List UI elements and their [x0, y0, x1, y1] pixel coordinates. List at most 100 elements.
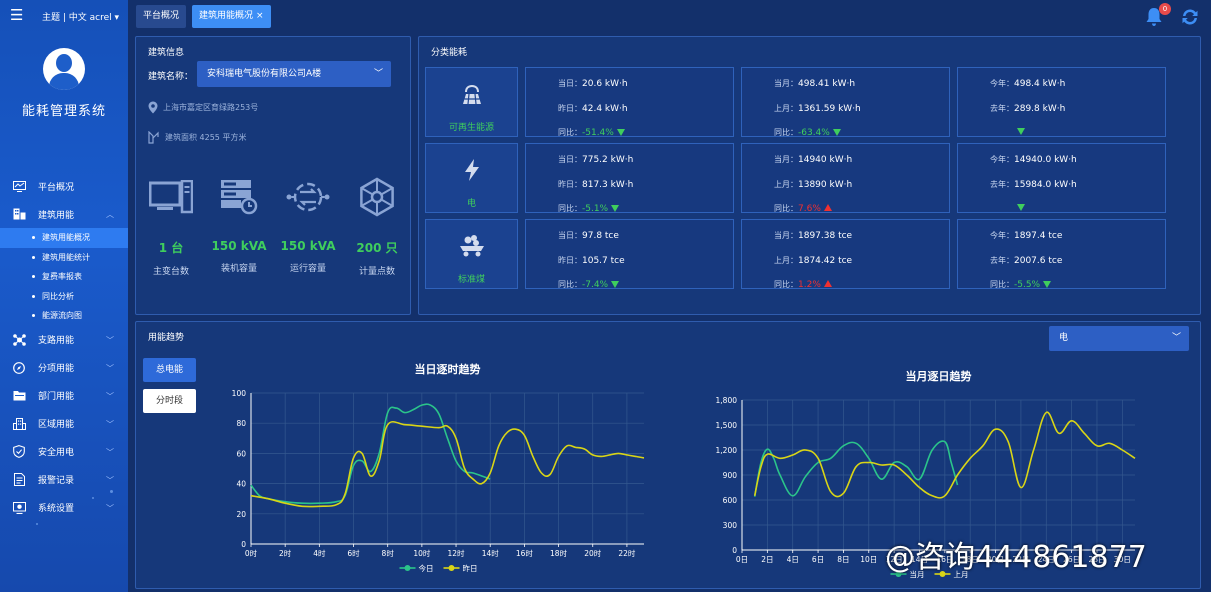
- category-month-box: 当月：1897.38 tce 上月：1874.42 tce 同比：1.2%: [741, 219, 950, 290]
- day-label: 当日：: [558, 155, 582, 164]
- category-coal[interactable]: 标准煤: [425, 219, 518, 289]
- hexagon-network-icon: [346, 177, 408, 217]
- subnav-item-statistics[interactable]: 建筑用能统计: [0, 248, 128, 268]
- x-tick-label: 10时: [413, 548, 431, 558]
- year-label: 今年：: [990, 231, 1014, 240]
- tab-platform-overview[interactable]: 平台概况: [136, 5, 187, 28]
- y-tick-label: 1,800: [716, 396, 738, 405]
- x-tick-label: 14时: [482, 548, 500, 558]
- nav-item-building[interactable]: 建筑用能 ︿: [0, 200, 128, 228]
- nav-item-alarm[interactable]: 报警记录 ﹀: [0, 466, 128, 494]
- host-icon: [140, 177, 202, 217]
- tab-building-overview[interactable]: 建筑用能概况 ×: [192, 5, 271, 28]
- arrow-down-icon: [616, 129, 625, 136]
- y-tick-label: 40: [236, 480, 246, 489]
- nav-item-label: 系统设置: [38, 504, 75, 514]
- nav-item-label: 部门用能: [38, 392, 75, 402]
- yoy-value: -5.5%: [1014, 280, 1041, 290]
- last-month-label: 上月：: [774, 180, 798, 189]
- year-label: 今年：: [990, 155, 1014, 164]
- nav-item-label: 建筑用能: [38, 210, 75, 221]
- subnav-label: 建筑用能统计: [42, 252, 90, 262]
- stat-installed-capacity: 150 kVA 装机容量: [208, 177, 270, 274]
- panel-title: 分类能耗: [431, 48, 468, 58]
- energy-type-value: 电: [1059, 333, 1069, 343]
- stat-label: 计量点数: [358, 267, 395, 277]
- category-renewable[interactable]: 可再生能源: [425, 67, 518, 137]
- nav-item-branch[interactable]: 支路用能 ﹀: [0, 326, 128, 354]
- x-tick-label: 6日: [812, 555, 824, 564]
- energy-type-select[interactable]: 电 ﹀: [1049, 326, 1189, 351]
- close-icon[interactable]: ×: [256, 11, 264, 21]
- x-tick-label: 0日: [736, 555, 748, 564]
- month-label: 当月：: [774, 79, 798, 88]
- category-electricity[interactable]: 电: [425, 143, 518, 213]
- building-icon: [12, 208, 26, 220]
- today-value: 20.6 kW·h: [582, 79, 628, 89]
- month-value: 1897.38 tce: [798, 231, 853, 241]
- menu-icon[interactable]: ☰: [10, 8, 23, 23]
- chevron-down-icon: ﹀: [106, 447, 114, 457]
- yoy-label: 同比：: [558, 204, 582, 213]
- legend-marker: [448, 565, 455, 571]
- x-tick-label: 0时: [245, 548, 258, 558]
- compass-icon: [12, 361, 26, 374]
- total-energy-button[interactable]: 总电能: [143, 358, 196, 382]
- area-icon: [148, 131, 159, 144]
- yoy-value: -7.4%: [582, 280, 609, 290]
- time-period-button[interactable]: 分时段: [143, 389, 196, 413]
- y-tick-label: 900: [723, 471, 738, 480]
- yoy-label: 同比：: [774, 280, 798, 289]
- legend-label: 昨日: [463, 563, 478, 573]
- month-value: 498.41 kW·h: [798, 79, 856, 89]
- arrow-up-icon: [823, 280, 832, 287]
- yoy-label: 同比：: [558, 128, 582, 137]
- building-select-value: 安科瑞电气股份有限公司A楼: [207, 69, 322, 79]
- x-tick-label: 8时: [382, 548, 395, 558]
- x-tick-label: 6时: [347, 548, 360, 558]
- shield-icon: [12, 445, 26, 458]
- sidebar: ☰ 主题 | 中文 acrel ▾ 能耗管理系统 平台概况 建筑用能 ︿ 建筑用…: [0, 0, 128, 592]
- stat-label: 主变台数: [152, 267, 189, 277]
- yoy-label: 同比：: [990, 280, 1014, 289]
- nav-item-region[interactable]: 区域用能 ﹀: [0, 410, 128, 438]
- nav-item-platform[interactable]: 平台概况: [0, 172, 128, 200]
- nav-item-department[interactable]: 部门用能 ﹀: [0, 382, 128, 410]
- settings-icon: [12, 501, 26, 514]
- x-tick-label: 4时: [313, 548, 326, 558]
- topbar-user-info[interactable]: 主题 | 中文 acrel ▾: [42, 10, 119, 23]
- category-name: 可再生能源: [448, 123, 494, 133]
- subnav-item-flow[interactable]: 能源流向图: [0, 306, 128, 326]
- region-icon: [12, 417, 26, 430]
- nav-item-settings[interactable]: 系统设置 ﹀: [0, 494, 128, 522]
- refresh-icon[interactable]: [1180, 7, 1200, 27]
- series-line-1: [753, 440, 959, 497]
- category-row-electricity: 电 当日：775.2 kW·h 昨日：817.3 kW·h 同比：-5.1% 当…: [425, 143, 1167, 214]
- day-label: 当日：: [558, 79, 582, 88]
- daily-hourly-trend-chart: 当日逐时趋势 0 20 40 60 80 100 0时 2时 4时 6时 8时 10时 12时 14时 16时…: [232, 362, 645, 573]
- y-tick-label: 60: [236, 449, 246, 458]
- solar-icon: [426, 68, 517, 106]
- y-tick-label: 20: [236, 510, 246, 519]
- yoy-value: -51.4%: [582, 128, 614, 138]
- x-tick-label: 20时: [584, 548, 602, 558]
- building-info-panel: 建筑信息 建筑名称： 安科瑞电气股份有限公司A楼 ﹀ 上海市嘉定区育绿路253号 …: [135, 36, 411, 315]
- last-year-label: 去年：: [990, 180, 1014, 189]
- arrow-down-icon: [611, 205, 620, 212]
- subnav-item-yoy[interactable]: 同比分析: [0, 287, 128, 307]
- subnav-item-rate-report[interactable]: 复费率报表: [0, 267, 128, 287]
- yoy-value: 7.6%: [798, 204, 821, 214]
- month-label: 当月：: [774, 155, 798, 164]
- nav-item-safety[interactable]: 安全用电 ﹀: [0, 438, 128, 466]
- last-year-value: 289.8 kW·h: [1014, 104, 1066, 114]
- nav-item-label: 报警记录: [38, 476, 75, 486]
- subnav-item-overview[interactable]: 建筑用能概况: [0, 228, 128, 248]
- nav-item-label: 支路用能: [38, 336, 75, 346]
- building-area: 建筑面积 4255 平方米: [148, 131, 246, 144]
- building-select[interactable]: 安科瑞电气股份有限公司A楼 ﹀: [197, 61, 391, 87]
- yoy-label: 同比：: [774, 204, 798, 213]
- nav-item-subitem-energy[interactable]: 分项用能 ﹀: [0, 354, 128, 382]
- y-tick-label: 0: [241, 540, 246, 549]
- nav-menu: 平台概况 建筑用能 ︿ 建筑用能概况 建筑用能统计 复费率报表 同比分析 能源流…: [0, 172, 128, 522]
- monitor-icon: [12, 180, 26, 192]
